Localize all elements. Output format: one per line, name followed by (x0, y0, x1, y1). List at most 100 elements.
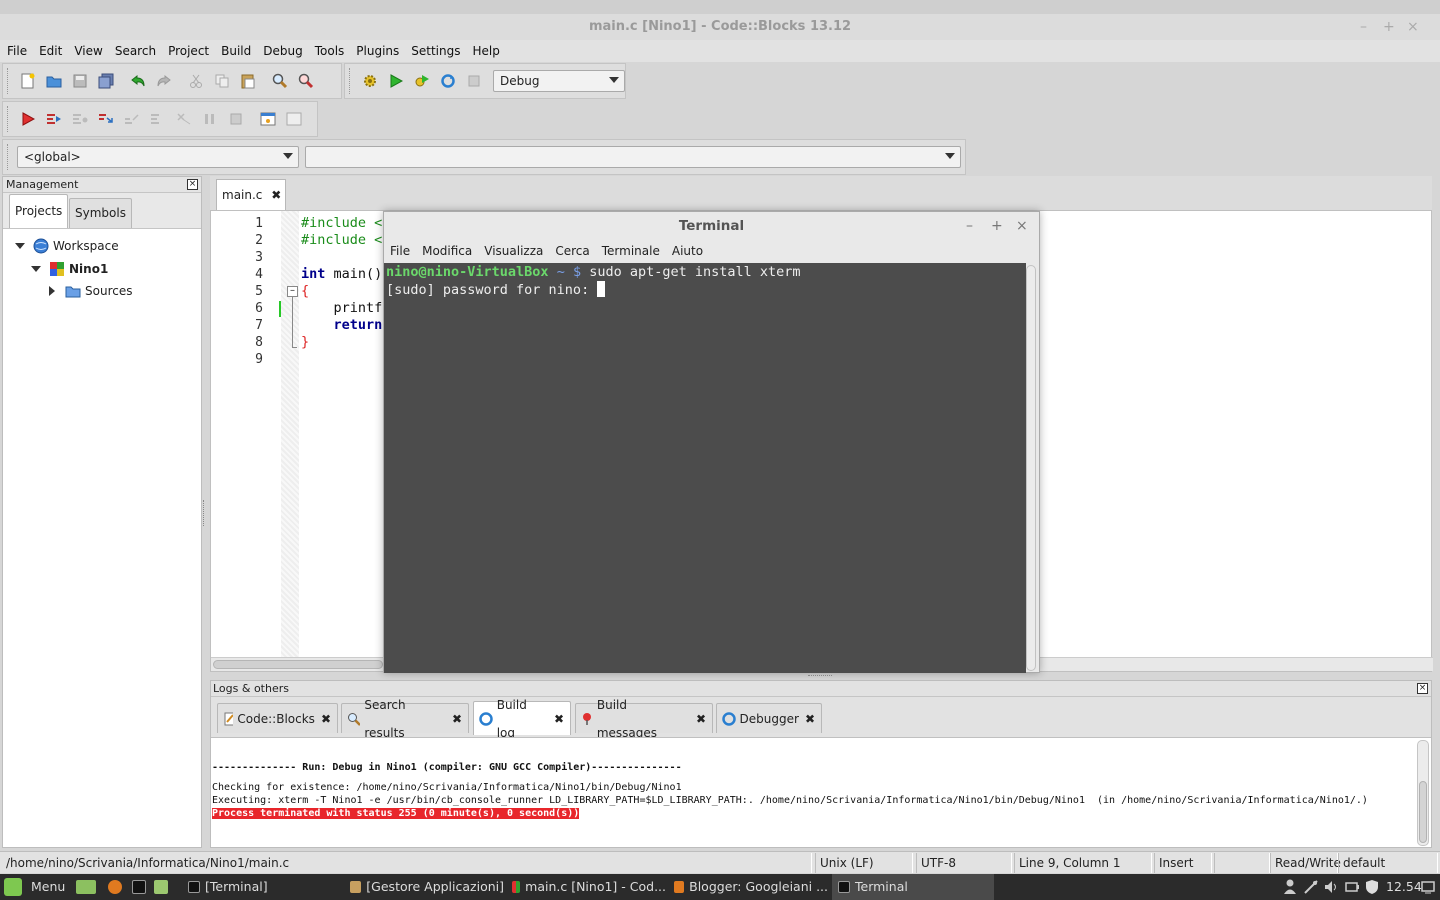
terminal-window[interactable]: Terminal – + × File Modifica Visualizza … (383, 211, 1040, 673)
scrollbar-thumb[interactable] (213, 660, 383, 669)
undo-icon[interactable] (129, 72, 147, 90)
close-tab-icon[interactable]: ✖ (805, 705, 815, 733)
start-menu-button[interactable]: Menu (4, 877, 65, 897)
user-tray-icon[interactable] (1283, 877, 1297, 897)
collapse-arrow-icon[interactable] (49, 286, 55, 296)
close-tab-icon[interactable]: ✖ (696, 705, 706, 733)
terminal-menu-visualizza[interactable]: Visualizza (484, 240, 543, 262)
toolbar-grip[interactable] (7, 68, 11, 94)
volume-tray-icon[interactable] (1323, 877, 1339, 897)
terminal-menu-terminale[interactable]: Terminale (602, 240, 660, 262)
next-instruction-icon[interactable] (149, 110, 167, 128)
firefox-launcher[interactable] (108, 877, 127, 897)
cut-icon[interactable] (187, 72, 205, 90)
terminal-maximize-button[interactable]: + (991, 212, 1003, 240)
toolbar-grip[interactable] (349, 68, 353, 94)
run-icon[interactable] (387, 72, 405, 90)
terminal-menu-cerca[interactable]: Cerca (555, 240, 589, 262)
menu-build[interactable]: Build (221, 40, 251, 62)
taskbar-window-terminal-bracket[interactable]: [Terminal] (182, 874, 342, 900)
terminal-minimize-button[interactable]: – (966, 212, 973, 240)
menu-view[interactable]: View (74, 40, 102, 62)
symbol-select[interactable] (305, 146, 961, 168)
tree-workspace[interactable]: Workspace (15, 238, 119, 254)
fold-toggle-icon[interactable]: – (287, 286, 298, 297)
save-icon[interactable] (71, 72, 89, 90)
terminal-launcher[interactable] (132, 877, 151, 897)
expand-arrow-icon[interactable] (31, 266, 41, 272)
tree-project[interactable]: Nino1 (31, 261, 108, 277)
run-to-cursor-icon[interactable] (45, 110, 63, 128)
terminal-close-button[interactable]: × (1016, 212, 1028, 240)
shield-icon[interactable] (1365, 877, 1379, 897)
pause-icon[interactable] (201, 110, 219, 128)
close-window-button[interactable]: × (1407, 14, 1419, 40)
vertical-splitter[interactable] (203, 500, 206, 526)
build-gear-icon[interactable] (361, 72, 379, 90)
replace-icon[interactable] (297, 72, 315, 90)
tab-main-c[interactable]: main.c ✖ (216, 179, 286, 210)
tab-search-results[interactable]: Search results ✖ (341, 698, 469, 740)
taskbar-window-terminal[interactable]: Terminal (832, 874, 994, 900)
taskbar-window-codeblocks[interactable]: main.c [Nino1] - Cod... (506, 874, 666, 900)
terminal-menu-file[interactable]: File (390, 240, 410, 262)
build-log-output[interactable]: -------------- Run: Debug in Nino1 (comp… (211, 737, 1431, 847)
terminal-screen[interactable]: nino@nino-VirtualBox ~ $ sudo apt-get in… (384, 263, 1026, 673)
show-desktop-icon[interactable] (1421, 877, 1435, 897)
debug-windows-icon[interactable] (259, 110, 277, 128)
log-scrollbar[interactable] (1417, 740, 1429, 846)
menu-tools[interactable]: Tools (315, 40, 345, 62)
abort-icon[interactable] (465, 72, 483, 90)
open-folder-icon[interactable] (45, 72, 63, 90)
toolbar-grip[interactable] (7, 106, 11, 132)
rebuild-icon[interactable] (439, 72, 457, 90)
redo-icon[interactable] (155, 72, 173, 90)
tab-debugger[interactable]: Debugger ✖ (716, 703, 822, 733)
various-info-icon[interactable] (285, 110, 303, 128)
step-into-icon[interactable] (97, 110, 115, 128)
window-titlebar[interactable]: main.c [Nino1] - Code::Blocks 13.12 – + … (0, 14, 1440, 40)
close-icon[interactable]: × (1417, 683, 1428, 694)
debug-start-icon[interactable] (19, 110, 37, 128)
copy-icon[interactable] (213, 72, 231, 90)
terminal-menu-aiuto[interactable]: Aiuto (672, 240, 703, 262)
files-launcher[interactable] (154, 877, 173, 897)
tab-build-log[interactable]: Build log ✖ (473, 698, 571, 740)
build-and-run-icon[interactable] (413, 72, 431, 90)
tree-sources-folder[interactable]: Sources (49, 284, 132, 298)
find-icon[interactable] (271, 72, 289, 90)
network-tray-icon[interactable] (1303, 877, 1319, 897)
menu-help[interactable]: Help (472, 40, 499, 62)
panel-splitter[interactable] (808, 675, 832, 678)
menu-edit[interactable]: Edit (39, 40, 62, 62)
scope-select[interactable]: <global> (17, 146, 299, 168)
menu-file[interactable]: File (7, 40, 27, 62)
close-tab-icon[interactable]: ✖ (271, 188, 281, 202)
menu-project[interactable]: Project (168, 40, 209, 62)
terminal-menu-modifica[interactable]: Modifica (422, 240, 472, 262)
menu-search[interactable]: Search (115, 40, 156, 62)
new-file-icon[interactable] (19, 72, 37, 90)
paste-icon[interactable] (239, 72, 257, 90)
close-icon[interactable]: × (187, 179, 198, 190)
taskbar-window-software-manager[interactable]: [Gestore Applicazioni] (344, 874, 504, 900)
tab-projects[interactable]: Projects (9, 194, 69, 228)
maximize-button[interactable]: + (1383, 14, 1395, 40)
tab-codeblocks-log[interactable]: Code::Blocks ✖ (217, 703, 338, 733)
close-tab-icon[interactable]: ✖ (321, 705, 331, 733)
save-all-icon[interactable] (97, 72, 115, 90)
taskbar-window-blogger[interactable]: Blogger: Googleiani ... (668, 874, 828, 900)
minimize-button[interactable]: – (1360, 14, 1367, 40)
close-tab-icon[interactable]: ✖ (452, 705, 462, 733)
toolbar-grip[interactable] (7, 144, 11, 170)
step-instruction-icon[interactable] (175, 110, 193, 128)
terminal-titlebar[interactable]: Terminal – + × (384, 212, 1039, 240)
stop-debugger-icon[interactable] (227, 110, 245, 128)
menu-settings[interactable]: Settings (411, 40, 460, 62)
scrollbar-thumb[interactable] (1419, 781, 1427, 843)
expand-arrow-icon[interactable] (15, 243, 25, 249)
clock[interactable]: 12.54 (1386, 877, 1422, 897)
menu-plugins[interactable]: Plugins (356, 40, 399, 62)
show-desktop-launcher[interactable] (76, 877, 101, 897)
next-line-icon[interactable] (71, 110, 89, 128)
